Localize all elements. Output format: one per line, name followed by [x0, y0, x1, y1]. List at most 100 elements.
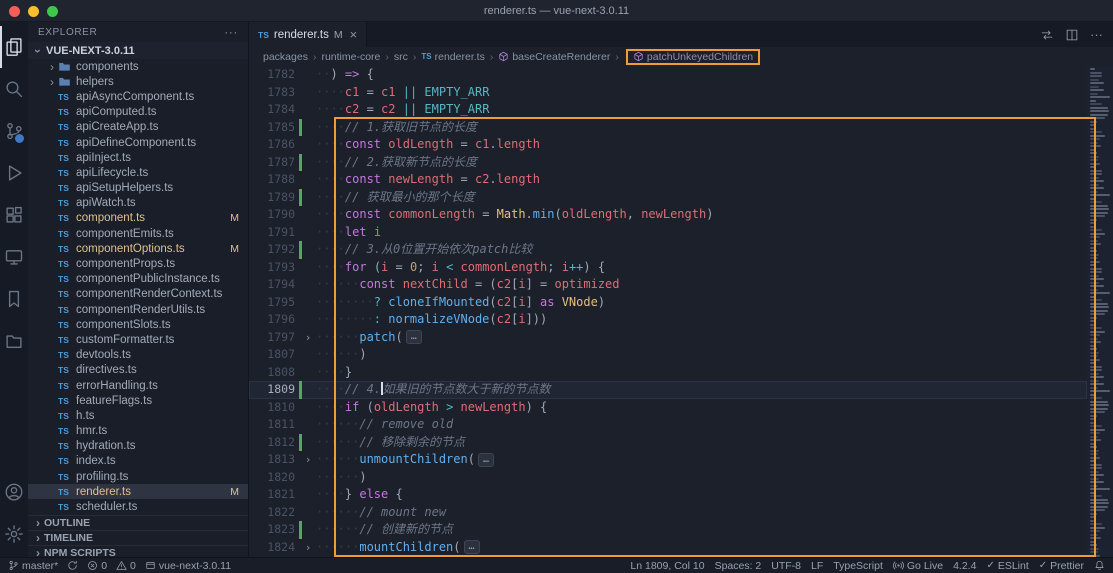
tree-item-directives-ts[interactable]: TS directives.ts — [28, 363, 248, 378]
status-go-live[interactable]: Go Live — [893, 560, 943, 572]
tree-item-apilifecycle-ts[interactable]: TS apiLifecycle.ts — [28, 165, 248, 180]
code-line-1810[interactable]: 1810 ····if (oldLength > newLength) { — [249, 399, 1087, 417]
close-window-button[interactable] — [9, 5, 20, 17]
tree-item-componentemits-ts[interactable]: TS componentEmits.ts — [28, 226, 248, 241]
tree-item-apiasynccomponent-ts[interactable]: TS apiAsyncComponent.ts — [28, 89, 248, 104]
open-changes-icon[interactable] — [1040, 28, 1054, 42]
tree-item-profiling-ts[interactable]: TS profiling.ts — [28, 469, 248, 484]
section-timeline[interactable]: › TIMELINE — [28, 529, 248, 545]
status-project[interactable]: vue-next-3.0.11 — [145, 560, 231, 572]
status-errors[interactable]: 0 — [87, 560, 107, 572]
code-line-1796[interactable]: 1796 ········: normalizeVNode(c2[i])) — [249, 311, 1087, 329]
tree-item-devtools-ts[interactable]: TS devtools.ts — [28, 348, 248, 363]
code-line-1794[interactable]: 1794 ······const nextChild = (c2[i] = opt… — [249, 276, 1087, 294]
search-icon[interactable] — [0, 68, 28, 110]
section-npm-scripts[interactable]: › NPM SCRIPTS — [28, 544, 248, 557]
tree-item-hydration-ts[interactable]: TS hydration.ts — [28, 439, 248, 454]
code-line-1824[interactable]: 1824 › ······mountChildren(… — [249, 539, 1087, 557]
tree-item-hmr-ts[interactable]: TS hmr.ts — [28, 424, 248, 439]
code-line-1820[interactable]: 1820 ······) — [249, 469, 1087, 487]
tab-renderer-ts[interactable]: TS renderer.ts M × — [249, 22, 368, 47]
status-branch[interactable]: master* — [8, 560, 58, 572]
code-line-1823[interactable]: 1823 ······// 创建新的节点 — [249, 521, 1087, 539]
tree-item-componentslots-ts[interactable]: TS componentSlots.ts — [28, 317, 248, 332]
code-line-1795[interactable]: 1795 ········? cloneIfMounted(c2[i] as VN… — [249, 294, 1087, 312]
code-line-1784[interactable]: 1784 ····c2 = c2 || EMPTY_ARR — [249, 101, 1087, 119]
tree-item-components[interactable]: › components — [28, 59, 248, 74]
tree-item-helpers[interactable]: › helpers — [28, 74, 248, 89]
split-editor-icon[interactable] — [1065, 28, 1079, 42]
code-line-1813[interactable]: 1813 › ······unmountChildren(… — [249, 451, 1087, 469]
project-manager-icon[interactable] — [0, 320, 28, 362]
fold-chevron-icon[interactable]: › — [302, 539, 314, 557]
status-notifications[interactable] — [1094, 560, 1105, 571]
tree-item-apicomputed-ts[interactable]: TS apiComputed.ts — [28, 105, 248, 120]
tree-item-componentprops-ts[interactable]: TS componentProps.ts — [28, 256, 248, 271]
settings-icon[interactable] — [0, 513, 28, 555]
status-ts-version[interactable]: 4.2.4 — [953, 560, 976, 572]
code-line-1791[interactable]: 1791 ····let i — [249, 224, 1087, 242]
code-line-1811[interactable]: 1811 ······// remove old — [249, 416, 1087, 434]
fold-chevron-icon[interactable]: › — [302, 451, 314, 469]
section-outline[interactable]: › OUTLINE — [28, 514, 248, 530]
explorer-icon[interactable] — [0, 26, 28, 68]
code-line-1787[interactable]: 1787 ····// 2.获取新节点的长度 — [249, 153, 1087, 171]
code-line-1822[interactable]: 1822 ······// mount new — [249, 504, 1087, 522]
tree-item-index-ts[interactable]: TS index.ts — [28, 454, 248, 469]
code-line-1789[interactable]: 1789 ····// 获取最小的那个长度 — [249, 188, 1087, 206]
breadcrumb-patchunkeyedchildren[interactable]: patchUnkeyedChildren — [625, 48, 761, 65]
tree-item-scheduler-ts[interactable]: TS scheduler.ts — [28, 499, 248, 514]
tree-item-component-ts[interactable]: TS component.ts M — [28, 211, 248, 226]
tree-item-apiwatch-ts[interactable]: TS apiWatch.ts — [28, 196, 248, 211]
tree-item-componentrenderutils-ts[interactable]: TS componentRenderUtils.ts — [28, 302, 248, 317]
code-line-1807[interactable]: 1807 ······) — [249, 346, 1087, 364]
code-line-1782[interactable]: 1782 ··) => { — [249, 66, 1087, 84]
code-line-1797[interactable]: 1797 › ······patch(… — [249, 329, 1087, 347]
code-line-1821[interactable]: 1821 ····} else { — [249, 486, 1087, 504]
status-indentation[interactable]: Spaces: 2 — [715, 560, 762, 572]
tree-item-apidefinecomponent-ts[interactable]: TS apiDefineComponent.ts — [28, 135, 248, 150]
live-server-icon[interactable] — [0, 236, 28, 278]
minimize-window-button[interactable] — [28, 5, 39, 17]
breadcrumb-src[interactable]: src — [394, 51, 408, 63]
fold-chevron-icon[interactable]: › — [302, 329, 314, 347]
tree-item-apiinject-ts[interactable]: TS apiInject.ts — [28, 150, 248, 165]
code-line-1793[interactable]: 1793 ····for (i = 0; i < commonLength; i+… — [249, 259, 1087, 277]
workspace-section-header[interactable]: › VUE-NEXT-3.0.11 — [28, 42, 248, 59]
code-line-1783[interactable]: 1783 ····c1 = c1 || EMPTY_ARR — [249, 84, 1087, 102]
run-debug-icon[interactable] — [0, 152, 28, 194]
explorer-more-actions-icon[interactable]: ··· — [224, 25, 238, 39]
breadcrumb-renderer-ts[interactable]: TS renderer.ts — [421, 51, 484, 63]
status-warnings[interactable]: 0 — [116, 560, 136, 572]
status-encoding[interactable]: UTF-8 — [771, 560, 801, 572]
status-eslint[interactable]: ✓ ESLint — [986, 560, 1028, 572]
tree-item-h-ts[interactable]: TS h.ts — [28, 408, 248, 423]
breadcrumb-runtime-core[interactable]: runtime-core — [321, 51, 380, 63]
tree-item-componentpublicinstance-ts[interactable]: TS componentPublicInstance.ts — [28, 272, 248, 287]
status-prettier[interactable]: ✓ Prettier — [1039, 560, 1084, 572]
breadcrumb-basecreaterenderer[interactable]: baseCreateRenderer — [498, 51, 610, 63]
account-icon[interactable] — [0, 471, 28, 513]
code-line-1809[interactable]: 1809 ····// 4. 如果旧的节点数大于新的节点数 — [249, 381, 1087, 399]
status-line-col[interactable]: Ln 1809, Col 10 — [630, 560, 704, 572]
code-line-1812[interactable]: 1812 ······// 移除剩余的节点 — [249, 433, 1087, 451]
status-sync[interactable] — [67, 560, 78, 571]
tree-item-componentoptions-ts[interactable]: TS componentOptions.ts M — [28, 241, 248, 256]
tree-item-errorhandling-ts[interactable]: TS errorHandling.ts — [28, 378, 248, 393]
extensions-icon[interactable] — [0, 194, 28, 236]
tree-item-componentrendercontext-ts[interactable]: TS componentRenderContext.ts — [28, 287, 248, 302]
code-line-1788[interactable]: 1788 ····const newLength = c2.length — [249, 171, 1087, 189]
code-line-1790[interactable]: 1790 ····const commonLength = Math.min(ol… — [249, 206, 1087, 224]
maximize-window-button[interactable] — [47, 5, 58, 17]
breadcrumb-packages[interactable]: packages — [263, 51, 308, 63]
code-line-1808[interactable]: 1808 ····} — [249, 364, 1087, 382]
tab-close-icon[interactable]: × — [350, 27, 358, 42]
source-control-icon[interactable] — [0, 110, 28, 152]
tree-item-renderer-ts[interactable]: TS renderer.ts M — [28, 484, 248, 500]
bookmarks-icon[interactable] — [0, 278, 28, 320]
code-editor[interactable]: 1782 ··) => {1783 ····c1 = c1 || EMPTY_ARR… — [249, 66, 1113, 557]
tree-item-featureflags-ts[interactable]: TS featureFlags.ts — [28, 393, 248, 408]
status-eol[interactable]: LF — [811, 560, 823, 572]
code-line-1792[interactable]: 1792 ····// 3.从0位置开始依次patch比较 — [249, 241, 1087, 259]
status-language[interactable]: TypeScript — [833, 560, 883, 572]
